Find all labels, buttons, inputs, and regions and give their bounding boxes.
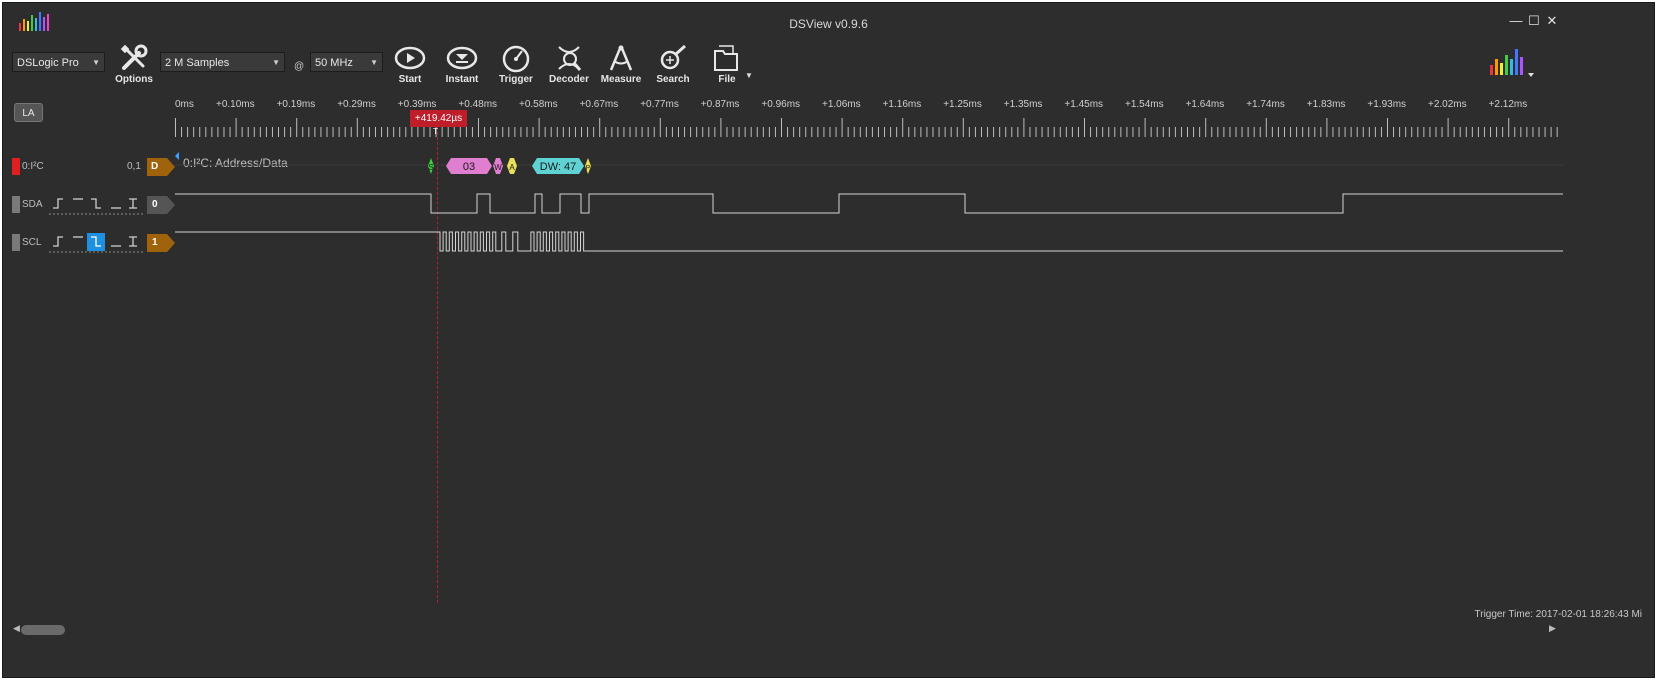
sda-waveform bbox=[175, 193, 1563, 214]
horizontal-scrollbar-thumb[interactable] bbox=[21, 625, 65, 635]
decoded-ack[interactable]: A bbox=[507, 158, 517, 174]
decoded-ack-label: A bbox=[509, 163, 515, 172]
decoded-address-label: 03 bbox=[463, 161, 475, 173]
dsview-window: DSView v0.9.6 — ☐ ✕ DSLogic Pro ▼ Option… bbox=[2, 2, 1655, 678]
decoded-data[interactable]: DW: 47 bbox=[532, 158, 584, 174]
trigger-time-status: Trigger Time: 2017-02-01 18:26:43 Mi bbox=[1474, 609, 1643, 620]
decoded-end[interactable]: P bbox=[585, 158, 591, 174]
waveform-view[interactable]: S 03 W A DW: 47 P bbox=[3, 3, 1654, 603]
decoded-rw[interactable]: W bbox=[493, 158, 503, 174]
scroll-right-icon[interactable]: ▶ bbox=[1549, 623, 1556, 634]
decoded-end-label: P bbox=[586, 165, 591, 172]
decoded-start[interactable]: S bbox=[428, 158, 434, 174]
scroll-left-icon[interactable]: ◀ bbox=[13, 623, 20, 634]
decoded-start-label: S bbox=[428, 163, 433, 172]
scl-waveform bbox=[175, 231, 1563, 252]
decoded-rw-label: W bbox=[494, 163, 502, 172]
decoded-data-label: DW: 47 bbox=[540, 161, 576, 173]
decoded-address[interactable]: 03 bbox=[446, 158, 492, 174]
